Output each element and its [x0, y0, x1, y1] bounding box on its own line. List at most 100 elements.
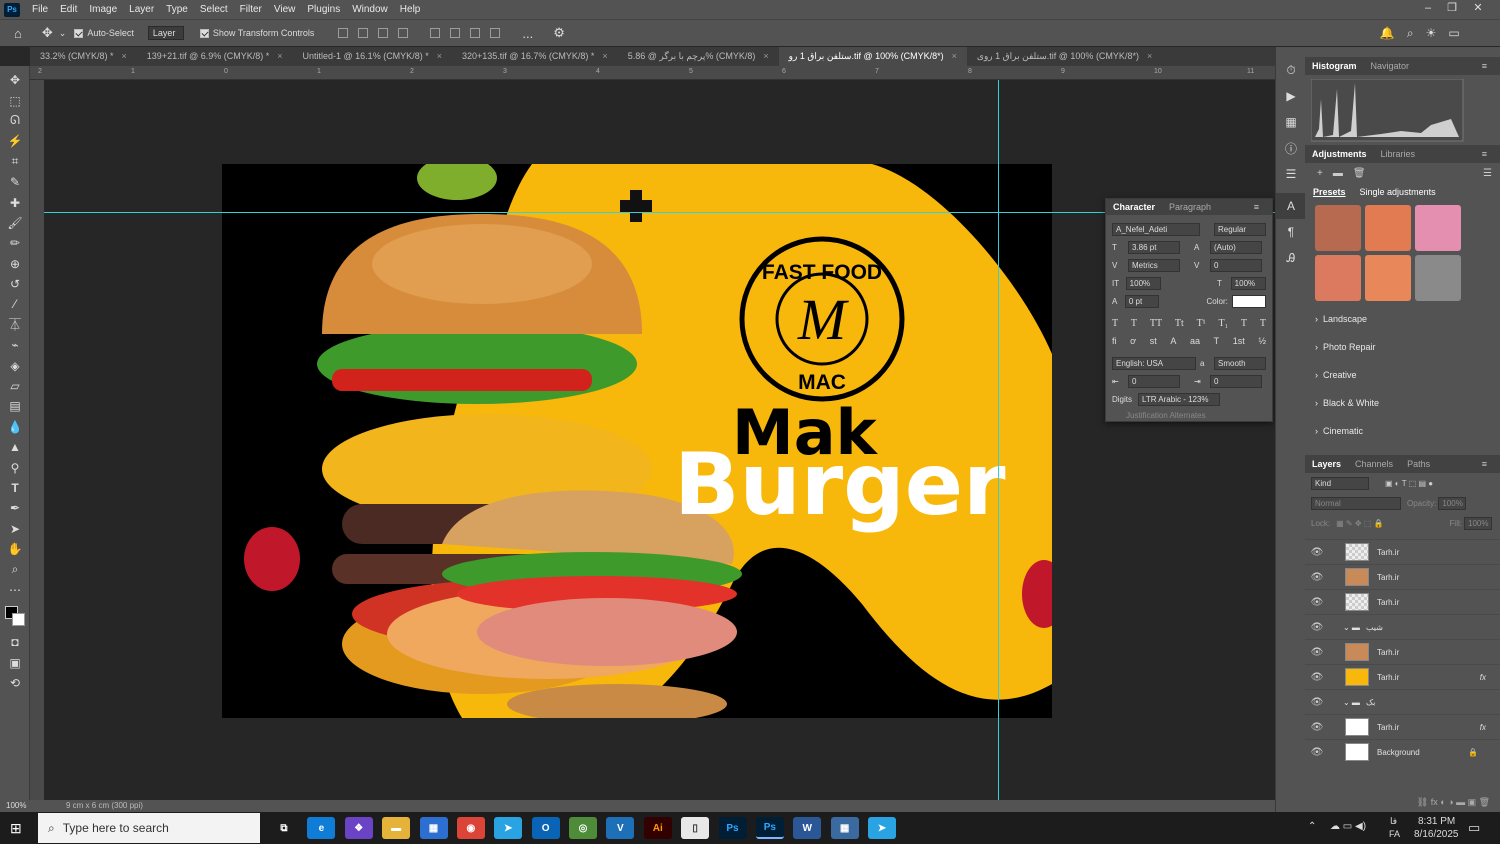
- align-middle-icon[interactable]: [398, 28, 409, 38]
- sharpen-icon[interactable]: ▲: [0, 437, 30, 457]
- layer-effects-icon[interactable]: fx: [1480, 723, 1486, 732]
- maps-icon[interactable]: ◎: [569, 817, 597, 839]
- layer-dropdown[interactable]: Layer: [147, 26, 184, 40]
- strikethrough-icon[interactable]: T: [1260, 318, 1266, 329]
- filter-icons[interactable]: ▣ ◐ T ⬚ ▤ ●: [1385, 479, 1433, 488]
- folder-icon[interactable]: ⌄ ▬: [1343, 698, 1360, 707]
- faux-italic-icon[interactable]: T: [1131, 318, 1137, 329]
- layer-row[interactable]: 👁 Tarh.ir fx: [1305, 714, 1500, 739]
- visibility-eye-icon[interactable]: 👁: [1305, 672, 1329, 683]
- align-left-icon[interactable]: [338, 28, 349, 38]
- layer-name[interactable]: Background: [1377, 748, 1420, 757]
- layer-thumbnail[interactable]: [1345, 643, 1369, 661]
- layer-name[interactable]: شیب: [1366, 623, 1383, 632]
- paint-bucket-icon[interactable]: ◈: [0, 355, 30, 375]
- layer-thumbnail[interactable]: [1345, 543, 1369, 561]
- tab-adjustments[interactable]: Adjustments: [1305, 149, 1374, 159]
- light-icon[interactable]: ☀: [1426, 26, 1437, 40]
- tab-libraries[interactable]: Libraries: [1374, 149, 1423, 159]
- font-size-field[interactable]: 3.86 pt: [1128, 240, 1180, 254]
- eraser-icon[interactable]: ▱: [0, 376, 30, 396]
- discretionary-icon[interactable]: ơ: [1130, 336, 1136, 346]
- gear-icon[interactable]: ⚙: [553, 25, 565, 41]
- move-tool-icon[interactable]: ✥: [42, 25, 53, 41]
- document-tab[interactable]: 33.2% (CMYK/8) * ×: [30, 47, 137, 66]
- align-center-icon[interactable]: [358, 28, 369, 38]
- kerning-field[interactable]: Metrics: [1128, 258, 1180, 272]
- gradient-icon[interactable]: ▤: [0, 396, 30, 416]
- faux-bold-icon[interactable]: T: [1112, 318, 1118, 329]
- photoshop-icon[interactable]: Ps: [718, 817, 747, 839]
- notepad-icon[interactable]: ▯: [681, 817, 710, 839]
- brush-icon[interactable]: 🖌: [0, 213, 30, 233]
- close-tab-icon[interactable]: ×: [952, 51, 957, 61]
- magic-wand-icon[interactable]: ⚡: [0, 131, 30, 151]
- layer-thumbnail[interactable]: [1345, 568, 1369, 586]
- layer-name[interactable]: بک: [1366, 698, 1375, 707]
- visibility-eye-icon[interactable]: 👁: [1305, 622, 1329, 633]
- tab-layers[interactable]: Layers: [1305, 459, 1348, 469]
- close-tab-icon[interactable]: ×: [602, 51, 607, 61]
- search-icon[interactable]: ⌕: [1407, 26, 1414, 41]
- swash-icon[interactable]: st: [1150, 336, 1157, 346]
- chevron-down-icon[interactable]: ⌄: [59, 28, 67, 39]
- restore-icon[interactable]: ❐: [1440, 0, 1464, 19]
- layer-row[interactable]: 👁 Tarh.ir: [1305, 539, 1500, 564]
- info-icon[interactable]: ⓘ: [1276, 135, 1306, 161]
- menu-window[interactable]: Window: [346, 4, 394, 15]
- layer-name[interactable]: Tarh.ir: [1377, 598, 1399, 607]
- artboard[interactable]: FAST FOOD M MAC Mak Burger: [222, 164, 1052, 718]
- menu-filter[interactable]: Filter: [234, 4, 268, 15]
- close-tab-icon[interactable]: ×: [277, 51, 282, 61]
- layer-name[interactable]: Tarh.ir: [1377, 723, 1399, 732]
- opacity-field[interactable]: 100%: [1438, 496, 1467, 510]
- edit-toolbar-icon[interactable]: ⟲: [0, 673, 30, 693]
- pencil-icon[interactable]: ✏: [0, 233, 30, 253]
- telegram-icon[interactable]: ➤: [494, 817, 523, 839]
- stamp-icon[interactable]: ⊕: [0, 254, 30, 274]
- dodge-icon[interactable]: ⚲: [0, 457, 30, 477]
- visibility-eye-icon[interactable]: 👁: [1305, 572, 1329, 583]
- baseline-field[interactable]: 0 pt: [1124, 294, 1159, 308]
- layer-name[interactable]: Tarh.ir: [1377, 573, 1399, 582]
- paragraph-icon[interactable]: ¶: [1276, 219, 1306, 245]
- menu-file[interactable]: File: [26, 4, 54, 15]
- fractions-icon[interactable]: ½: [1258, 336, 1266, 346]
- lasso-icon[interactable]: ᘏ: [0, 111, 30, 131]
- adj-group-cinematic[interactable]: › Cinematic: [1305, 417, 1500, 445]
- chrome-icon[interactable]: ◉: [456, 817, 485, 839]
- pen-icon[interactable]: ✒: [0, 498, 30, 518]
- font-style-select[interactable]: Regular: [1214, 222, 1266, 236]
- bell-icon[interactable]: 🔔: [1380, 26, 1395, 40]
- quick-mask-icon[interactable]: ◘: [0, 632, 30, 652]
- clone-icon[interactable]: ⏄: [0, 315, 30, 335]
- layer-row[interactable]: 👁 Background 🔒: [1305, 739, 1500, 764]
- close-icon[interactable]: ✕: [1466, 0, 1490, 19]
- clock-time[interactable]: 8:31 PM: [1418, 816, 1455, 827]
- vertical-scale-field[interactable]: 100%: [1125, 276, 1161, 290]
- language-select[interactable]: English: USA: [1112, 356, 1196, 370]
- layer-name[interactable]: Tarh.ir: [1377, 648, 1399, 657]
- close-tab-icon[interactable]: ×: [437, 51, 442, 61]
- learn-icon[interactable]: ☰: [1276, 161, 1306, 187]
- ligature-icon[interactable]: fi: [1112, 336, 1117, 346]
- layer-actions[interactable]: ⛓ fx ◐ ◑ ▬ ▣ 🗑: [1305, 797, 1500, 811]
- layer-row[interactable]: 👁 Tarh.ir: [1305, 564, 1500, 589]
- all-caps-icon[interactable]: TT: [1150, 318, 1162, 329]
- vertical-guide[interactable]: [998, 80, 999, 800]
- font-family-select[interactable]: A_Nefel_Adeti: [1112, 222, 1200, 236]
- leading-field[interactable]: (Auto): [1210, 240, 1262, 254]
- adj-group-black-white[interactable]: › Black & White: [1305, 389, 1500, 417]
- layer-group-row[interactable]: 👁 ⌄ ▬ شیب: [1305, 614, 1500, 639]
- close-tab-icon[interactable]: ×: [763, 51, 768, 61]
- layer-name[interactable]: Tarh.ir: [1377, 548, 1399, 557]
- taskbar-search[interactable]: ⌕ Type here to search: [38, 813, 260, 843]
- panel-menu-icon[interactable]: ≡: [1475, 149, 1494, 159]
- chevron-up-icon[interactable]: ⌃: [1308, 821, 1316, 832]
- document-tab[interactable]: ستلفن براق 1 رو.tif @ 100% (CMYK/8*) ×: [778, 47, 967, 66]
- visibility-eye-icon[interactable]: 👁: [1305, 647, 1329, 658]
- text-color-swatch[interactable]: [1231, 294, 1266, 308]
- document-tab[interactable]: پرچم با برگر @ 5.86% (CMYK/8) ×: [618, 47, 779, 66]
- antialias-select[interactable]: Smooth: [1214, 356, 1266, 370]
- preset-thumbnail[interactable]: [1415, 255, 1461, 301]
